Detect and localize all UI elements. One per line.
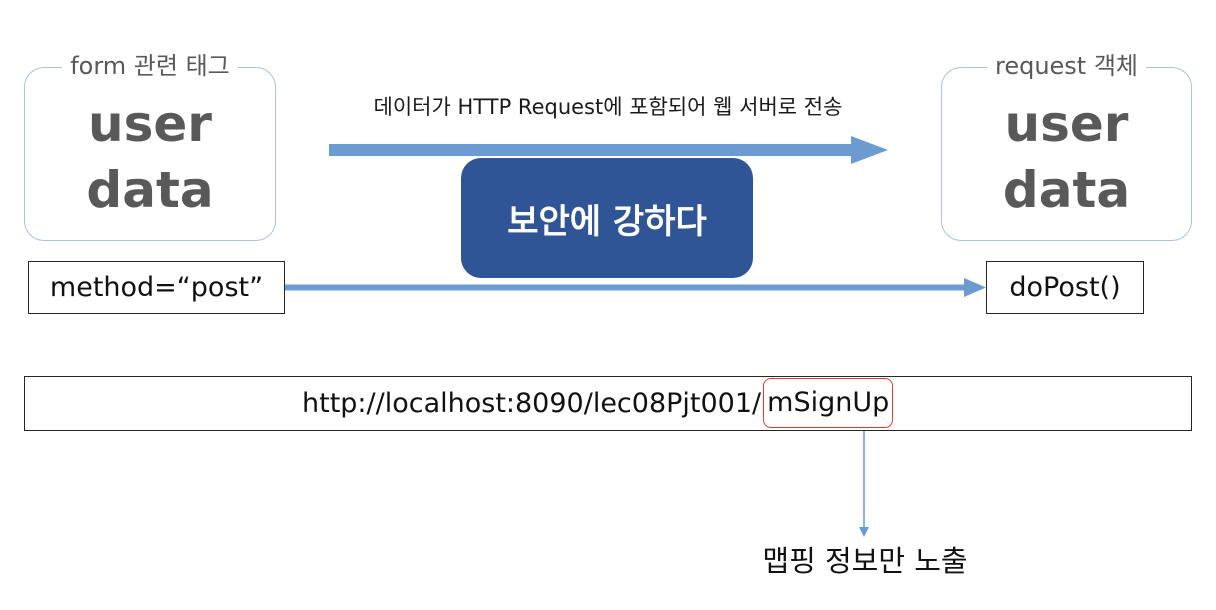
user-label: user — [1004, 95, 1129, 153]
dopost-text: doPost() — [1009, 272, 1121, 303]
request-object-panel: request 객체 user data — [941, 52, 1192, 241]
url-mapping-highlight: mSignUp — [763, 378, 894, 428]
url-bar: http://localhost:8090/lec08Pjt001/mSignU… — [24, 376, 1192, 431]
data-label: data — [1002, 161, 1131, 219]
mapping-note: 맵핑 정보만 노출 — [762, 544, 968, 578]
post-arrow — [285, 278, 986, 297]
user-label: user — [88, 95, 212, 153]
form-tags-panel: form 관련 태그 user data — [24, 52, 276, 241]
mapping-arrow — [859, 430, 869, 537]
dopost-box: doPost() — [986, 261, 1144, 314]
method-post-box: method=“post” — [28, 261, 285, 314]
security-label: 보안에 강하다 — [507, 201, 707, 242]
url-prefix: http://localhost:8090/lec08Pjt001/ — [302, 387, 762, 419]
data-label: data — [86, 161, 214, 219]
method-post-text: method=“post” — [49, 272, 264, 303]
request-object-caption: request 객체 — [986, 52, 1147, 80]
form-tags-caption: form 관련 태그 — [62, 52, 238, 80]
security-badge: 보안에 강하다 — [461, 158, 753, 278]
flow-caption: 데이터가 HTTP Request에 포함되어 웹 서버로 전송 — [373, 95, 843, 119]
